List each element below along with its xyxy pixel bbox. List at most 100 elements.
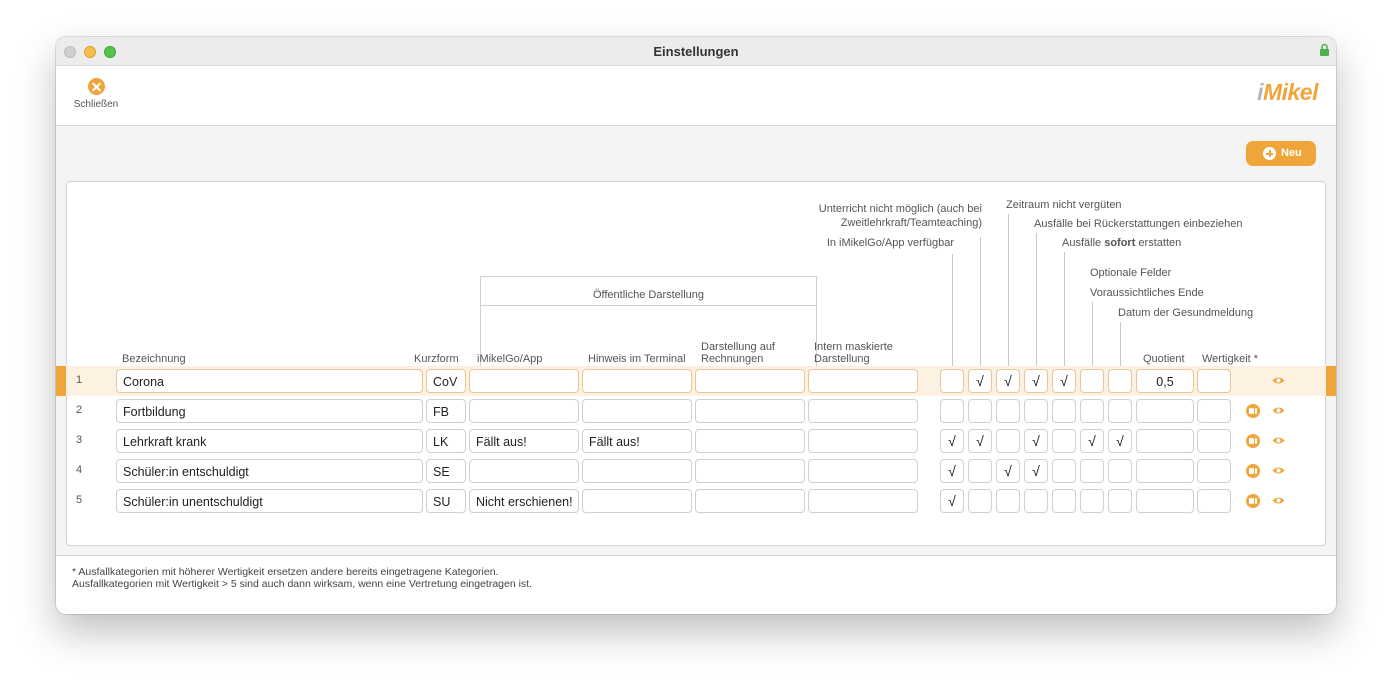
intern-field[interactable] (808, 459, 918, 483)
header-darstellung-rechnungen: Darstellung auf Rechnungen (701, 341, 775, 365)
option-checkbox[interactable]: √ (1108, 429, 1132, 453)
close-button[interactable]: Schließen (70, 78, 122, 118)
close-button-label: Schließen (73, 99, 119, 110)
intern-field[interactable] (808, 399, 918, 423)
people-icon[interactable] (1246, 464, 1260, 478)
plus-icon (1263, 147, 1276, 160)
option-checkbox[interactable]: √ (1052, 369, 1076, 393)
option-checkbox[interactable] (968, 489, 992, 513)
imikelgo-field[interactable] (469, 399, 579, 423)
kurzform-field[interactable]: LK (426, 429, 466, 453)
intern-field[interactable] (808, 489, 918, 513)
option-checkbox[interactable] (996, 399, 1020, 423)
option-checkbox[interactable]: √ (1024, 459, 1048, 483)
option-checkbox[interactable] (1052, 459, 1076, 483)
option-checkbox[interactable] (996, 429, 1020, 453)
option-checkbox[interactable] (968, 459, 992, 483)
option-checkbox[interactable]: √ (1024, 369, 1048, 393)
kurzform-field[interactable]: FB (426, 399, 466, 423)
people-icon[interactable] (1246, 404, 1260, 418)
quotient-field[interactable] (1136, 459, 1194, 483)
name-field[interactable]: Schüler:in unentschuldigt (116, 489, 423, 513)
quotient-field[interactable] (1136, 489, 1194, 513)
hinweis-field[interactable] (582, 399, 692, 423)
row-number: 4 (76, 464, 83, 476)
option-checkbox[interactable] (968, 399, 992, 423)
rechnung-field[interactable] (695, 399, 805, 423)
option-checkbox[interactable] (1052, 399, 1076, 423)
hinweis-field[interactable] (582, 369, 692, 393)
option-checkbox[interactable]: √ (940, 489, 964, 513)
imikelgo-field[interactable] (469, 459, 579, 483)
rechnung-field[interactable] (695, 459, 805, 483)
table-row[interactable]: 1 Corona CoV √ √ √ √ 0,5 (56, 366, 1336, 396)
name-field[interactable]: Corona (116, 369, 423, 393)
rechnung-field[interactable] (695, 489, 805, 513)
rechnung-field[interactable] (695, 369, 805, 393)
leader-line (1008, 214, 1009, 366)
kurzform-field[interactable]: CoV (426, 369, 466, 393)
option-checkbox[interactable] (1024, 489, 1048, 513)
option-checkbox[interactable] (1080, 399, 1104, 423)
wertigkeit-field[interactable] (1197, 489, 1231, 513)
eye-icon[interactable] (1272, 466, 1285, 475)
option-checkbox[interactable] (1080, 489, 1104, 513)
option-checkbox[interactable]: √ (940, 429, 964, 453)
name-field[interactable]: Lehrkraft krank (116, 429, 423, 453)
option-checkbox[interactable] (1080, 369, 1104, 393)
quotient-field[interactable] (1136, 429, 1194, 453)
row-number: 3 (76, 434, 83, 446)
imikelgo-field[interactable] (469, 369, 579, 393)
option-checkbox[interactable] (1108, 369, 1132, 393)
option-checkbox[interactable] (1108, 459, 1132, 483)
option-checkbox[interactable] (1024, 399, 1048, 423)
eye-icon[interactable] (1272, 496, 1285, 505)
name-field[interactable]: Schüler:in entschuldigt (116, 459, 423, 483)
eye-icon[interactable] (1272, 376, 1285, 385)
people-icon[interactable] (1246, 494, 1260, 508)
imikelgo-field[interactable]: Nicht erschienen! (469, 489, 579, 513)
table-row[interactable]: 5 Schüler:in unentschuldigt SU Nicht erschi… (56, 486, 1336, 516)
option-checkbox[interactable]: √ (968, 369, 992, 393)
option-checkbox[interactable] (940, 369, 964, 393)
imikelgo-field[interactable]: Fällt aus! (469, 429, 579, 453)
new-button-label: Neu (1281, 147, 1302, 159)
table-row[interactable]: 4 Schüler:in entschuldigt SE √ √ √ (56, 456, 1336, 486)
name-field[interactable]: Fortbildung (116, 399, 423, 423)
option-checkbox[interactable]: √ (968, 429, 992, 453)
option-checkbox[interactable] (1052, 489, 1076, 513)
kurzform-field[interactable]: SU (426, 489, 466, 513)
intern-field[interactable] (808, 369, 918, 393)
option-checkbox[interactable] (1108, 399, 1132, 423)
quotient-field[interactable]: 0,5 (1136, 369, 1194, 393)
wertigkeit-field[interactable] (1197, 459, 1231, 483)
header-voraussichtliches-ende: Voraussichtliches Ende (1090, 287, 1204, 299)
wertigkeit-field[interactable] (1197, 399, 1231, 423)
intern-field[interactable] (808, 429, 918, 453)
table-row[interactable]: 2 Fortbildung FB (56, 396, 1336, 426)
hinweis-field[interactable] (582, 489, 692, 513)
eye-icon[interactable] (1272, 436, 1285, 445)
option-checkbox[interactable]: √ (996, 459, 1020, 483)
option-checkbox[interactable]: √ (1080, 429, 1104, 453)
eye-icon[interactable] (1272, 406, 1285, 415)
option-checkbox[interactable]: √ (996, 369, 1020, 393)
rechnung-field[interactable] (695, 429, 805, 453)
option-checkbox[interactable]: √ (1024, 429, 1048, 453)
wertigkeit-field[interactable] (1197, 369, 1231, 393)
kurzform-field[interactable]: SE (426, 459, 466, 483)
hinweis-field[interactable] (582, 459, 692, 483)
imikel-logo: iMikel (1257, 79, 1318, 105)
table-row[interactable]: 3 Lehrkraft krank LK Fällt aus! Fällt aus! √ √… (56, 426, 1336, 456)
wertigkeit-field[interactable] (1197, 429, 1231, 453)
option-checkbox[interactable] (996, 489, 1020, 513)
option-checkbox[interactable] (1080, 459, 1104, 483)
new-button[interactable]: Neu (1246, 141, 1316, 166)
hinweis-field[interactable]: Fällt aus! (582, 429, 692, 453)
people-icon[interactable] (1246, 434, 1260, 448)
option-checkbox[interactable] (1108, 489, 1132, 513)
option-checkbox[interactable]: √ (940, 459, 964, 483)
option-checkbox[interactable] (1052, 429, 1076, 453)
option-checkbox[interactable] (940, 399, 964, 423)
quotient-field[interactable] (1136, 399, 1194, 423)
